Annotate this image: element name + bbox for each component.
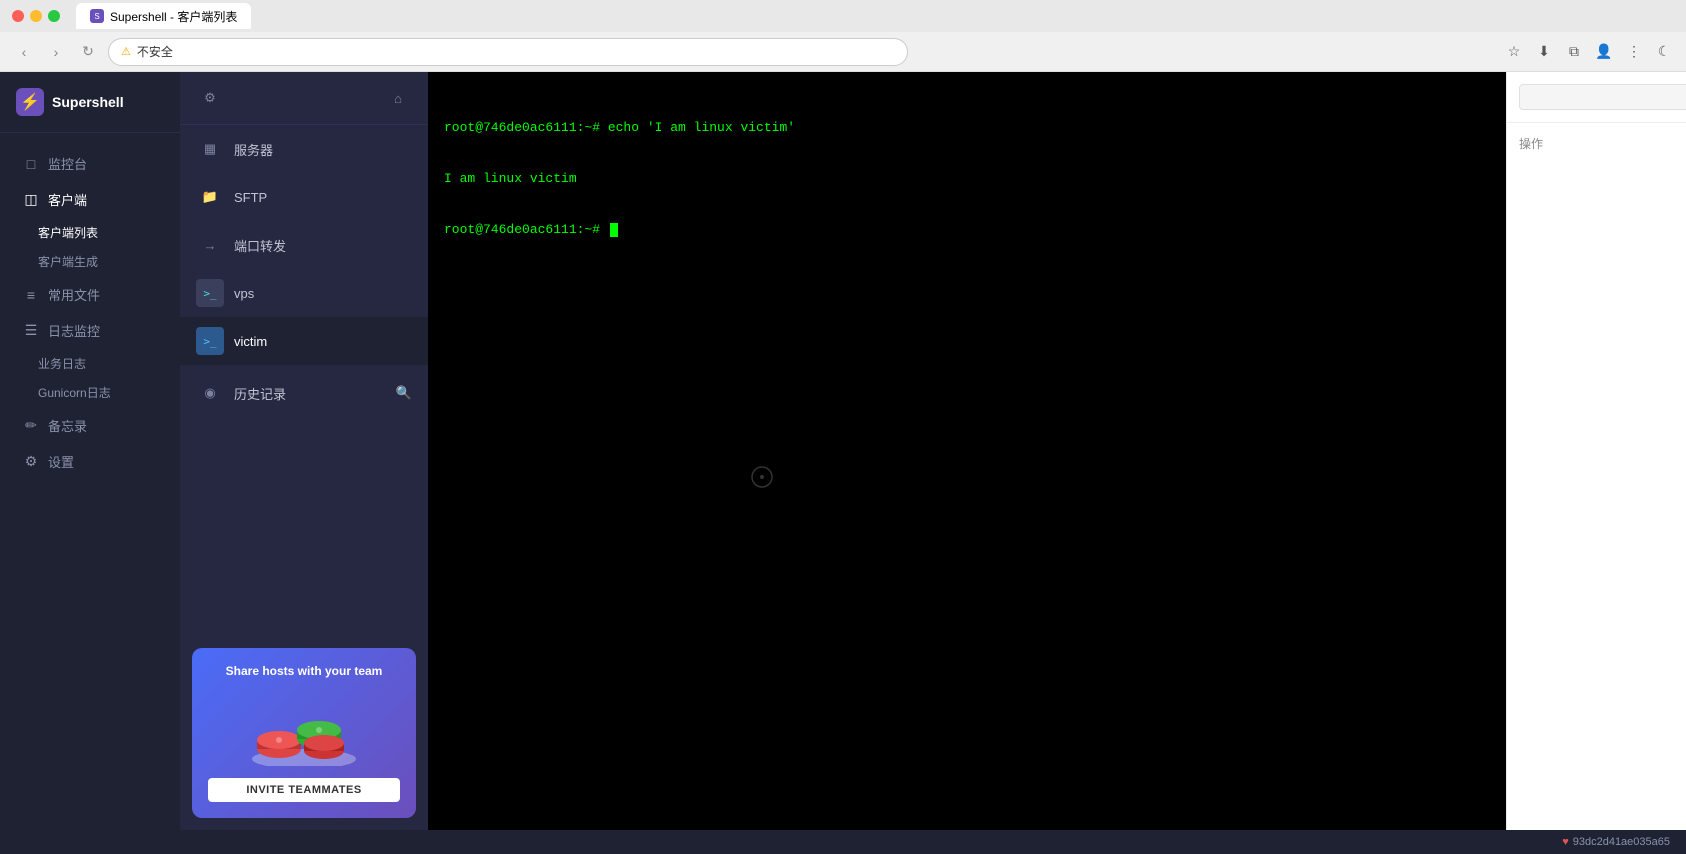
terminal-line-1: root@746de0ac6111:~# echo 'I am linux vi…: [444, 118, 1490, 139]
main-sidebar: ⚡ Supershell □ 监控台 ◫ 客户端 客户端列表 客户端生成 ≡: [0, 72, 180, 830]
traffic-lights: [12, 10, 60, 22]
portforward-label: 端口转发: [234, 236, 286, 255]
monitor-icon: □: [22, 156, 40, 172]
right-panel-actions: 操作: [1507, 123, 1686, 172]
close-button[interactable]: [12, 10, 24, 22]
macarons-svg: [244, 691, 364, 766]
app-container: ⚡ Supershell □ 监控台 ◫ 客户端 客户端列表 客户端生成 ≡: [0, 72, 1686, 830]
right-panel-search-input[interactable]: [1519, 84, 1686, 110]
sidebar-item-notes[interactable]: ✏ 备忘录: [6, 408, 174, 443]
context-item-victim[interactable]: >_ victim: [180, 317, 428, 365]
victim-label: victim: [234, 334, 267, 349]
context-item-vps[interactable]: >_ vps: [180, 269, 428, 317]
url-text: 不安全: [137, 43, 173, 60]
vps-label: vps: [234, 286, 254, 301]
heart-icon: ♥: [1562, 836, 1569, 848]
notes-icon: ✏: [22, 417, 40, 434]
tab-favicon: S: [90, 9, 104, 23]
sftp-icon: 📁: [196, 183, 224, 211]
context-sidebar-spacer: [180, 417, 428, 636]
history-icon: ◉: [196, 379, 224, 407]
terminal-line-3: root@746de0ac6111:~#: [444, 220, 1490, 241]
browser-actions: ☆ ⬇ ⧉ 👤 ⋮ ☾: [1504, 42, 1674, 62]
gunicorn-log-label: Gunicorn日志: [38, 384, 111, 401]
vps-terminal-icon: >_: [196, 279, 224, 307]
more-icon[interactable]: ⋮: [1624, 42, 1644, 62]
reload-button[interactable]: ↻: [76, 40, 100, 64]
sidebar-item-monitor[interactable]: □ 监控台: [6, 146, 174, 181]
status-hash: ♥ 93dc2d41ae035a65: [1562, 836, 1670, 848]
terminal-output: root@746de0ac6111:~# echo 'I am linux vi…: [428, 72, 1506, 830]
address-bar[interactable]: ⚠ 不安全: [108, 38, 908, 66]
servers-icon: ▦: [196, 135, 224, 163]
download-icon[interactable]: ⬇: [1534, 42, 1554, 62]
right-panel: 🔍 操作: [1506, 72, 1686, 830]
portforward-icon: →: [196, 231, 224, 259]
minimize-button[interactable]: [30, 10, 42, 22]
tab-icon[interactable]: ⧉: [1564, 42, 1584, 62]
browser-tab[interactable]: S Supershell - 客户端列表: [76, 3, 251, 29]
sidebar-item-settings[interactable]: ⚙ 设置: [6, 444, 174, 479]
actions-label: 操作: [1519, 135, 1674, 152]
maximize-button[interactable]: [48, 10, 60, 22]
business-log-label: 业务日志: [38, 355, 86, 372]
invite-card: Share hosts with your team: [192, 648, 416, 818]
sidebar-item-files-label: 常用文件: [48, 285, 100, 304]
app-logo: ⚡ Supershell: [0, 72, 180, 133]
history-search-icon[interactable]: 🔍: [396, 385, 412, 401]
status-bar: ♥ 93dc2d41ae035a65: [0, 830, 1686, 854]
status-hash-text: 93dc2d41ae035a65: [1573, 836, 1670, 848]
sidebar-subitem-business-log[interactable]: 业务日志: [0, 349, 180, 378]
main-nav: □ 监控台 ◫ 客户端 客户端列表 客户端生成 ≡ 常用文件 ☰ 日志监控: [0, 133, 180, 830]
client-list-label: 客户端列表: [38, 224, 98, 241]
context-settings-icon[interactable]: ⚙: [196, 84, 224, 112]
app-name: Supershell: [52, 94, 124, 110]
sidebar-subitem-gunicorn-log[interactable]: Gunicorn日志: [0, 378, 180, 407]
context-item-servers[interactable]: ▦ 服务器: [180, 125, 428, 173]
settings-icon: ⚙: [22, 453, 40, 470]
lock-icon: ⚠: [121, 45, 131, 58]
terminal-line-2: I am linux victim: [444, 169, 1490, 190]
sidebar-item-clients-label: 客户端: [48, 190, 87, 209]
dark-mode-icon[interactable]: ☾: [1654, 42, 1674, 62]
sidebar-subitem-client-list[interactable]: 客户端列表: [0, 218, 180, 247]
servers-label: 服务器: [234, 140, 273, 159]
files-icon: ≡: [22, 287, 40, 303]
invite-title: Share hosts with your team: [226, 664, 383, 678]
logs-icon: ☰: [22, 322, 40, 339]
clients-icon: ◫: [22, 191, 40, 208]
client-gen-label: 客户端生成: [38, 253, 98, 270]
sidebar-item-notes-label: 备忘录: [48, 416, 87, 435]
home-icon[interactable]: ⌂: [384, 84, 412, 112]
terminal-cursor: [610, 223, 618, 237]
address-bar-row: ‹ › ↻ ⚠ 不安全 ☆ ⬇ ⧉ 👤 ⋮ ☾: [0, 32, 1686, 72]
sidebar-item-logs[interactable]: ☰ 日志监控: [6, 313, 174, 348]
context-sidebar: ⚙ ⌂ ▦ 服务器 📁 SFTP → 端口转发 >_ vps >_ victim: [180, 72, 428, 830]
bookmark-icon[interactable]: ☆: [1504, 42, 1524, 62]
sftp-label: SFTP: [234, 190, 267, 205]
forward-button[interactable]: ›: [44, 40, 68, 64]
context-sidebar-header: ⚙ ⌂: [180, 72, 428, 125]
sidebar-item-clients[interactable]: ◫ 客户端: [6, 182, 174, 217]
right-panel-header: 🔍: [1507, 72, 1686, 123]
browser-chrome: S Supershell - 客户端列表: [0, 0, 1686, 32]
terminal-area[interactable]: root@746de0ac6111:~# echo 'I am linux vi…: [428, 72, 1506, 830]
history-label: 历史记录: [234, 384, 286, 403]
back-button[interactable]: ‹: [12, 40, 36, 64]
logo-icon: ⚡: [16, 88, 44, 116]
victim-terminal-icon: >_: [196, 327, 224, 355]
sidebar-subitem-client-gen[interactable]: 客户端生成: [0, 247, 180, 276]
tab-title: Supershell - 客户端列表: [110, 8, 237, 25]
sidebar-item-logs-label: 日志监控: [48, 321, 100, 340]
context-item-history[interactable]: ◉ 历史记录 🔍: [180, 369, 428, 417]
sidebar-item-settings-label: 设置: [48, 452, 74, 471]
invite-illustration: [244, 688, 364, 768]
context-item-sftp[interactable]: 📁 SFTP: [180, 173, 428, 221]
profile-icon[interactable]: 👤: [1594, 42, 1614, 62]
context-item-portforward[interactable]: → 端口转发: [180, 221, 428, 269]
invite-teammates-button[interactable]: INVITE TEAMMATES: [208, 778, 400, 802]
sidebar-item-files[interactable]: ≡ 常用文件: [6, 277, 174, 312]
sidebar-item-monitor-label: 监控台: [48, 154, 87, 173]
